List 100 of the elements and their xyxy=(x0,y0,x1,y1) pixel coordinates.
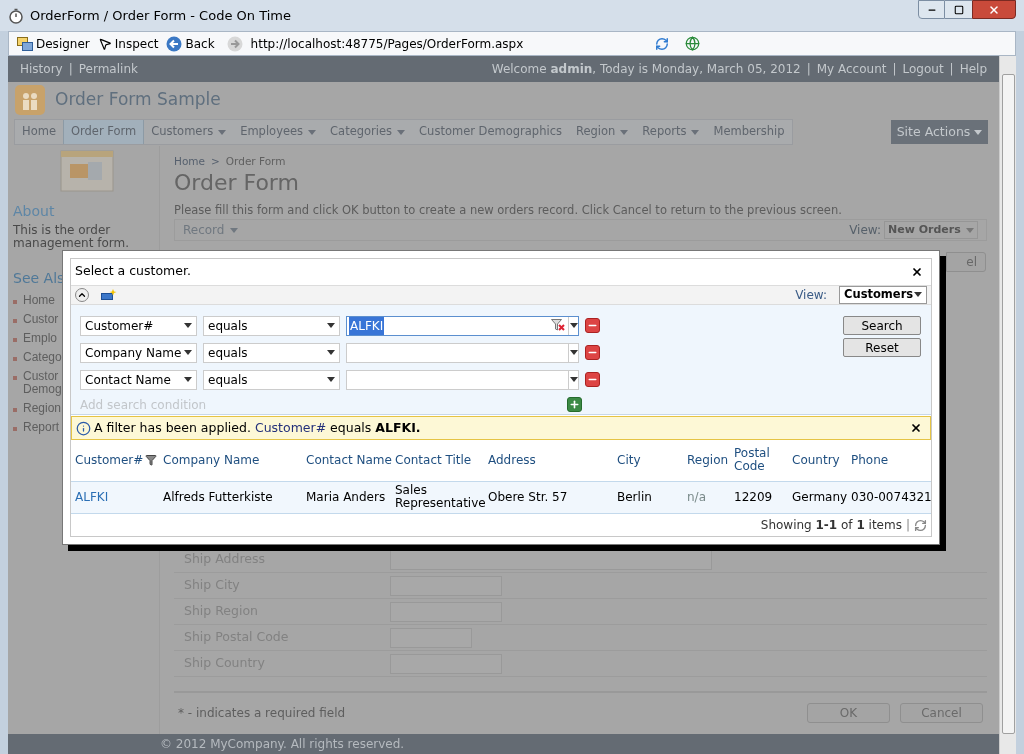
value-field[interactable]: ALFKI xyxy=(346,315,579,336)
operator-select[interactable]: equals xyxy=(203,315,340,336)
column-header[interactable]: Contact Title xyxy=(395,453,472,467)
pager-text: Showing 1-1 of 1 items xyxy=(760,517,902,535)
caret-icon xyxy=(569,323,578,329)
remove-condition-button[interactable] xyxy=(585,318,600,334)
sidebar-link[interactable]: Report xyxy=(23,421,61,434)
maximize-button[interactable] xyxy=(945,0,972,19)
field-select[interactable]: Customer# xyxy=(80,315,197,336)
sidebar-link[interactable]: Region xyxy=(23,402,61,415)
sidebar-link[interactable]: Home xyxy=(23,294,61,307)
menu-tab[interactable]: Membership xyxy=(706,120,792,144)
search-panel-button[interactable]: Reset xyxy=(843,337,921,357)
menu-tab[interactable]: Region xyxy=(568,120,636,144)
table-cell-text: Obere Str. 57 xyxy=(488,490,569,504)
customer-link[interactable]: ALFKI xyxy=(75,490,163,504)
form-button[interactable]: Cancel xyxy=(900,703,983,723)
field-select[interactable]: Company Name xyxy=(80,342,197,363)
caret-icon xyxy=(184,323,192,329)
menu-tab[interactable]: Categories xyxy=(323,120,413,144)
caret-icon xyxy=(308,129,317,135)
sidebar-link[interactable]: Custor Demog xyxy=(23,370,61,396)
menu-tab[interactable]: Customers xyxy=(144,120,234,144)
caret-icon xyxy=(966,227,974,233)
caret-icon xyxy=(914,292,922,298)
view-select[interactable]: New Orders xyxy=(884,221,978,239)
required-note: * - indicates a required field xyxy=(178,705,346,722)
form-button[interactable]: OK xyxy=(807,703,890,723)
column-header[interactable]: Country xyxy=(792,453,840,467)
sidebar-link[interactable]: Custor xyxy=(23,313,61,326)
caret-icon xyxy=(327,323,335,329)
close-button[interactable] xyxy=(972,0,1016,19)
value-text: ALFKI xyxy=(349,316,385,335)
menu-tab[interactable]: Home xyxy=(15,120,63,144)
page-description: Please fill this form and click OK button to create a new orders record. Click Cancel to return to the previous screen. xyxy=(174,201,843,219)
breadcrumb-link[interactable]: Home xyxy=(174,154,205,170)
view-select[interactable]: Customers xyxy=(839,285,927,304)
table-cell-text: Germany xyxy=(792,490,849,504)
caret-icon xyxy=(184,377,192,383)
caret-icon xyxy=(397,129,406,135)
breadcrumb-separator: > xyxy=(211,154,220,169)
search-panel-button[interactable]: Search xyxy=(843,315,921,335)
menu-tab[interactable]: Reports xyxy=(635,120,707,144)
close-icon[interactable] xyxy=(910,422,922,435)
window-title: OrderForm / Order Form - Code On Time xyxy=(30,6,291,25)
about-text: This is the order management form. xyxy=(13,224,130,250)
partial-button[interactable]: el xyxy=(946,252,986,272)
breadcrumb-current: Order Form xyxy=(225,154,286,169)
top-bar-link[interactable]: History xyxy=(20,60,63,78)
menu-tab[interactable]: Customer Demographics xyxy=(412,120,569,144)
collapse-button[interactable] xyxy=(75,287,89,302)
caret-icon xyxy=(327,377,335,383)
page-title: Order Form xyxy=(174,169,300,196)
operator-select[interactable]: equals xyxy=(203,342,340,363)
column-header[interactable]: City xyxy=(617,453,641,467)
scrollbar[interactable] xyxy=(999,56,1016,754)
column-header[interactable]: Company Name xyxy=(163,453,260,467)
minimize-button[interactable] xyxy=(918,0,945,19)
operator-select[interactable]: equals xyxy=(203,369,340,390)
top-bar-link[interactable]: Help xyxy=(959,60,987,78)
footer: © 2012 MyCompany. All rights reserved. xyxy=(8,734,999,754)
table-cell-text: Maria Anders xyxy=(306,490,387,504)
link-separator: | xyxy=(892,61,897,78)
close-icon[interactable] xyxy=(911,265,923,278)
menu-tab[interactable]: Employees xyxy=(233,120,324,144)
sidebar-link[interactable]: Emplo xyxy=(23,332,61,345)
remove-condition-button[interactable] xyxy=(585,345,600,361)
remove-condition-button[interactable] xyxy=(585,372,600,388)
column-header[interactable]: Contact Name xyxy=(306,453,392,467)
caret-icon xyxy=(569,350,578,356)
top-bar-link[interactable]: Logout xyxy=(902,60,944,78)
view-label: View: xyxy=(795,286,827,304)
text-input[interactable] xyxy=(390,549,712,570)
column-header[interactable]: Postal Code xyxy=(734,447,774,474)
top-bar-link[interactable]: Permalink xyxy=(78,60,138,78)
column-header[interactable]: Customer# xyxy=(75,453,144,467)
caret-icon xyxy=(327,350,335,356)
menu-tab[interactable]: Order Form xyxy=(62,120,145,144)
add-condition-button[interactable] xyxy=(567,397,583,413)
column-header[interactable]: Phone xyxy=(851,453,889,467)
caret-icon xyxy=(569,377,578,383)
value-field[interactable] xyxy=(346,369,579,390)
site-title: Order Form Sample xyxy=(55,88,221,112)
plus-icon xyxy=(569,399,581,411)
caret-icon xyxy=(184,350,192,356)
column-header[interactable]: Address xyxy=(488,453,536,467)
top-bar-link[interactable]: My Account xyxy=(816,60,887,78)
clear-filter-icon[interactable] xyxy=(551,319,565,333)
table-cell-text: n/a xyxy=(687,490,707,504)
value-field[interactable] xyxy=(346,342,579,363)
new-item-icon[interactable] xyxy=(101,288,117,301)
site-actions-button[interactable]: Site Actions xyxy=(891,120,988,144)
sidebar-link[interactable]: Catego xyxy=(23,351,61,364)
column-header[interactable]: Region xyxy=(687,453,729,467)
caret-icon xyxy=(230,227,239,233)
refresh-icon[interactable] xyxy=(914,518,927,532)
caret-icon xyxy=(974,129,983,135)
table-cell-text: 12209 xyxy=(734,490,774,504)
field-select[interactable]: Contact Name xyxy=(80,369,197,390)
info-icon xyxy=(76,420,91,436)
